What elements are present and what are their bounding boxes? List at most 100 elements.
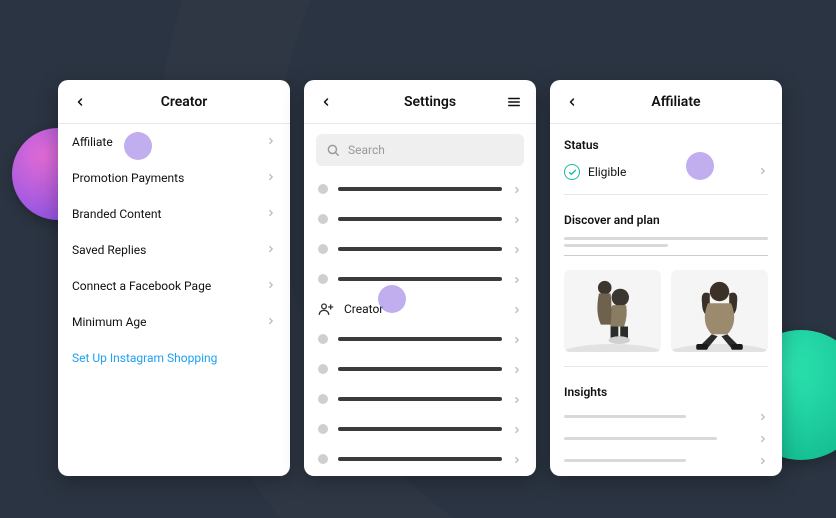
settings-item-placeholder[interactable]	[304, 384, 536, 414]
menu-item-promotion-payments[interactable]: Promotion Payments	[58, 160, 290, 196]
bullet-icon	[318, 364, 328, 374]
settings-header: Settings	[304, 80, 536, 124]
bullet-icon	[318, 214, 328, 224]
page-title: Affiliate	[582, 94, 770, 110]
skeleton-text	[564, 244, 668, 247]
status-eligible-row[interactable]: Eligible	[550, 158, 782, 190]
chevron-right-icon	[512, 390, 522, 409]
menu-item-branded-content[interactable]: Branded Content	[58, 196, 290, 232]
chevron-right-icon	[512, 240, 522, 259]
settings-item-placeholder[interactable]	[304, 264, 536, 294]
settings-item-label: Creator	[344, 302, 383, 316]
creator-list: Affiliate Promotion Payments Branded Con…	[58, 124, 290, 476]
chevron-right-icon	[758, 451, 768, 470]
settings-item-placeholder[interactable]	[304, 204, 536, 234]
bullet-icon	[318, 394, 328, 404]
skeleton-text	[564, 237, 768, 240]
chevron-left-icon	[566, 96, 578, 108]
bullet-icon	[318, 274, 328, 284]
chevron-right-icon	[512, 270, 522, 289]
menu-item-minimum-age[interactable]: Minimum Age	[58, 304, 290, 340]
bullet-icon	[318, 184, 328, 194]
chevron-left-icon	[74, 96, 86, 108]
affiliate-header: Affiliate	[550, 80, 782, 124]
search-placeholder: Search	[348, 143, 385, 157]
bullet-icon	[318, 244, 328, 254]
insights-item[interactable]	[550, 449, 782, 471]
divider	[564, 366, 768, 367]
chevron-right-icon	[266, 171, 276, 185]
check-circle-icon	[564, 164, 580, 180]
settings-item-placeholder[interactable]	[304, 324, 536, 354]
discover-thumbnail-1[interactable]	[564, 270, 661, 352]
divider	[564, 255, 768, 256]
menu-item-instagram-shopping[interactable]: Set Up Instagram Shopping	[58, 340, 290, 376]
page-title: Creator	[90, 94, 278, 110]
search-input[interactable]: Search	[316, 134, 524, 166]
skeleton-bar	[338, 457, 502, 461]
status-section-title: Status	[550, 124, 782, 158]
skeleton-bar	[338, 367, 502, 371]
skeleton-bar	[338, 427, 502, 431]
settings-item-creator[interactable]: Creator	[304, 294, 536, 324]
skeleton-bar	[338, 187, 502, 191]
skeleton-bar	[338, 397, 502, 401]
chevron-right-icon	[758, 407, 768, 426]
chevron-right-icon	[266, 243, 276, 257]
hamburger-icon	[506, 95, 522, 109]
settings-item-placeholder[interactable]	[304, 174, 536, 204]
bullet-icon	[318, 334, 328, 344]
skeleton-bar	[338, 277, 502, 281]
menu-item-affiliate[interactable]: Affiliate	[58, 124, 290, 160]
chevron-right-icon	[266, 207, 276, 221]
chevron-right-icon	[512, 330, 522, 349]
chevron-right-icon	[266, 135, 276, 149]
back-button[interactable]	[316, 92, 336, 112]
app-stage: Creator Affiliate Promotion Payments Bra…	[0, 0, 836, 518]
bullet-icon	[318, 424, 328, 434]
menu-item-label: Affiliate	[72, 135, 266, 149]
menu-item-label: Set Up Instagram Shopping	[72, 351, 276, 365]
back-button[interactable]	[70, 92, 90, 112]
chevron-right-icon	[512, 180, 522, 199]
chevron-right-icon	[512, 420, 522, 439]
menu-item-connect-facebook[interactable]: Connect a Facebook Page	[58, 268, 290, 304]
creator-screen: Creator Affiliate Promotion Payments Bra…	[58, 80, 290, 476]
chevron-right-icon	[512, 450, 522, 469]
settings-item-placeholder[interactable]	[304, 354, 536, 384]
affiliate-body: Status Eligible Discover and plan	[550, 124, 782, 476]
page-title: Settings	[336, 94, 524, 110]
skeleton-text	[564, 437, 717, 440]
menu-item-saved-replies[interactable]: Saved Replies	[58, 232, 290, 268]
menu-item-label: Branded Content	[72, 207, 266, 221]
menu-item-label: Saved Replies	[72, 243, 266, 257]
settings-body: Search Creator	[304, 124, 536, 476]
chevron-right-icon	[512, 300, 522, 319]
search-icon	[326, 143, 340, 157]
hamburger-menu-button[interactable]	[504, 92, 524, 112]
chevron-right-icon	[266, 279, 276, 293]
status-value: Eligible	[588, 165, 626, 179]
back-button[interactable]	[562, 92, 582, 112]
insights-item[interactable]	[550, 427, 782, 449]
skeleton-text	[564, 459, 686, 462]
discover-thumbnail-2[interactable]	[671, 270, 768, 352]
settings-screen: Settings Search Creator	[304, 80, 536, 476]
skeleton-bar	[338, 247, 502, 251]
affiliate-screen: Affiliate Status Eligible Discover and p…	[550, 80, 782, 476]
divider	[564, 194, 768, 195]
insights-item[interactable]	[550, 405, 782, 427]
chevron-left-icon	[320, 96, 332, 108]
settings-item-placeholder[interactable]	[304, 444, 536, 474]
settings-item-placeholder[interactable]	[304, 414, 536, 444]
settings-item-placeholder[interactable]	[304, 234, 536, 264]
person-add-icon	[318, 301, 334, 317]
creator-header: Creator	[58, 80, 290, 124]
chevron-right-icon	[758, 165, 768, 179]
chevron-right-icon	[758, 429, 768, 448]
skeleton-bar	[338, 217, 502, 221]
skeleton-bar	[338, 337, 502, 341]
chevron-right-icon	[512, 210, 522, 229]
menu-item-label: Connect a Facebook Page	[72, 279, 266, 293]
skeleton-text	[564, 415, 686, 418]
